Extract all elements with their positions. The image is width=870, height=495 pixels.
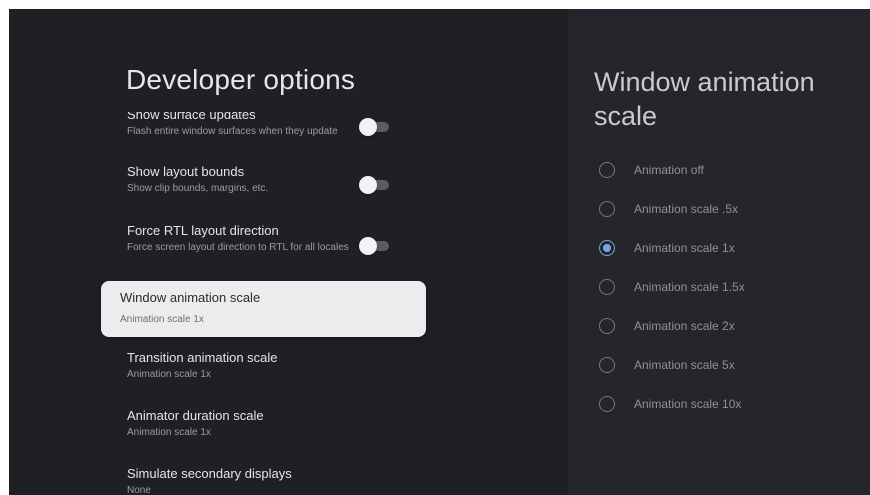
options-panel: Window animation scale Animation off Ani… (568, 9, 870, 495)
setting-animator-duration-scale[interactable]: Animator duration scale Animation scale … (127, 407, 527, 439)
radio-button-unchecked-icon (599, 162, 615, 178)
radio-button-unchecked-icon (599, 318, 615, 334)
option-animation-scale-1.5x[interactable]: Animation scale 1.5x (599, 279, 859, 297)
option-animation-scale-1x[interactable]: Animation scale 1x (599, 240, 859, 258)
option-animation-scale-0.5x[interactable]: Animation scale .5x (599, 201, 859, 219)
toggle-thumb (359, 237, 377, 255)
setting-window-animation-scale[interactable]: Window animation scale Animation scale 1… (101, 281, 426, 337)
option-animation-off[interactable]: Animation off (599, 162, 859, 180)
option-label: Animation scale 1.5x (634, 280, 745, 294)
tv-screen: Developer options Show surface updates F… (9, 9, 870, 495)
setting-label: Show surface updates (127, 112, 256, 122)
toggle-thumb (359, 118, 377, 136)
setting-label: Show layout bounds (127, 164, 245, 179)
page-title: Developer options (126, 64, 356, 95)
radio-button-checked-icon (599, 240, 615, 256)
setting-show-surface-updates[interactable]: Show surface updates Flash entire window… (127, 112, 527, 138)
setting-label: Transition animation scale (127, 350, 278, 365)
setting-show-layout-bounds[interactable]: Show layout bounds Show clip bounds, mar… (127, 163, 527, 195)
setting-description: Flash entire window surfaces when they u… (127, 126, 338, 137)
option-label: Animation scale 1x (634, 241, 735, 255)
option-label: Animation off (634, 163, 704, 177)
option-animation-scale-10x[interactable]: Animation scale 10x (599, 396, 859, 414)
option-animation-scale-5x[interactable]: Animation scale 5x (599, 357, 859, 375)
show-surface-updates-toggle[interactable] (359, 118, 389, 136)
radio-dot (603, 244, 611, 252)
option-animation-scale-2x[interactable]: Animation scale 2x (599, 318, 859, 336)
radio-button-unchecked-icon (599, 357, 615, 373)
setting-description: Animation scale 1x (127, 427, 211, 438)
setting-description: None (127, 485, 151, 495)
setting-label: Animator duration scale (127, 408, 264, 423)
force-rtl-toggle[interactable] (359, 237, 389, 255)
radio-button-unchecked-icon (599, 396, 615, 412)
option-label: Animation scale 2x (634, 319, 735, 333)
show-layout-bounds-toggle[interactable] (359, 176, 389, 194)
option-label: Animation scale 10x (634, 397, 742, 411)
toggle-thumb (359, 176, 377, 194)
setting-description: Show clip bounds, margins, etc. (127, 183, 269, 194)
setting-force-rtl[interactable]: Force RTL layout direction Force screen … (127, 222, 527, 254)
setting-transition-animation-scale[interactable]: Transition animation scale Animation sca… (127, 349, 527, 381)
radio-button-unchecked-icon (599, 201, 615, 217)
setting-description: Force screen layout direction to RTL for… (127, 242, 349, 253)
setting-description: Animation scale 1x (120, 314, 204, 325)
panel-title: Window animation scale (594, 67, 815, 131)
setting-label: Force RTL layout direction (127, 223, 279, 238)
setting-label: Simulate secondary displays (127, 466, 292, 481)
setting-simulate-secondary-displays[interactable]: Simulate secondary displays None (127, 465, 527, 495)
setting-label: Window animation scale (120, 290, 261, 305)
setting-description: Animation scale 1x (127, 369, 211, 380)
radio-button-unchecked-icon (599, 279, 615, 295)
option-label: Animation scale .5x (634, 202, 739, 216)
option-label: Animation scale 5x (634, 358, 735, 372)
